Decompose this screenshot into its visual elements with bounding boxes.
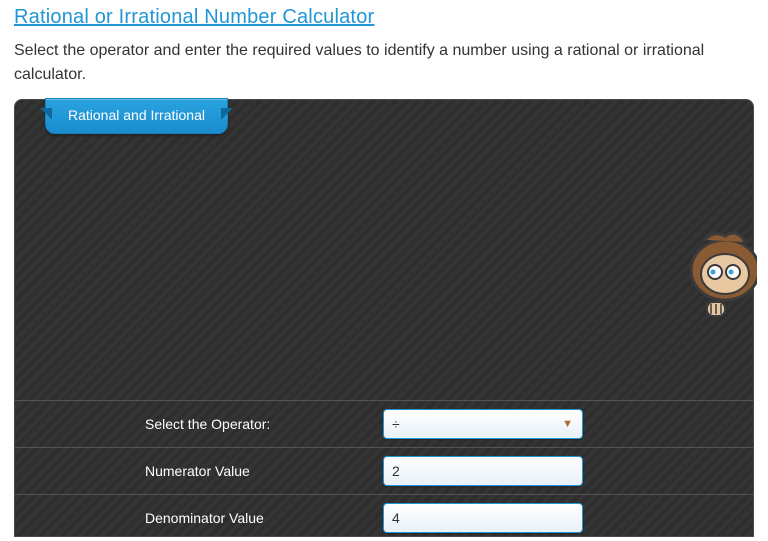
form-area: Select the Operator: ÷ ▼ Numerator Value <box>15 400 753 541</box>
select-operator[interactable]: ÷ <box>383 409 583 439</box>
label-numerator: Numerator Value <box>15 463 365 479</box>
page-title-link[interactable]: Rational or Irrational Number Calculator <box>14 6 374 28</box>
input-denominator[interactable] <box>383 503 583 533</box>
tab-label: Rational and Irrational <box>68 107 205 123</box>
input-numerator[interactable] <box>383 456 583 486</box>
row-operator: Select the Operator: ÷ ▼ <box>15 401 753 448</box>
page-description: Select the operator and enter the requir… <box>14 39 754 87</box>
row-numerator: Numerator Value <box>15 448 753 495</box>
row-denominator: Denominator Value <box>15 495 753 541</box>
label-denominator: Denominator Value <box>15 510 365 526</box>
tab-rational-irrational[interactable]: Rational and Irrational <box>45 98 228 134</box>
calculator-panel: Rational and Irrational Select the Opera… <box>14 99 754 537</box>
label-operator: Select the Operator: <box>15 416 365 432</box>
ad-placeholder <box>15 100 753 400</box>
